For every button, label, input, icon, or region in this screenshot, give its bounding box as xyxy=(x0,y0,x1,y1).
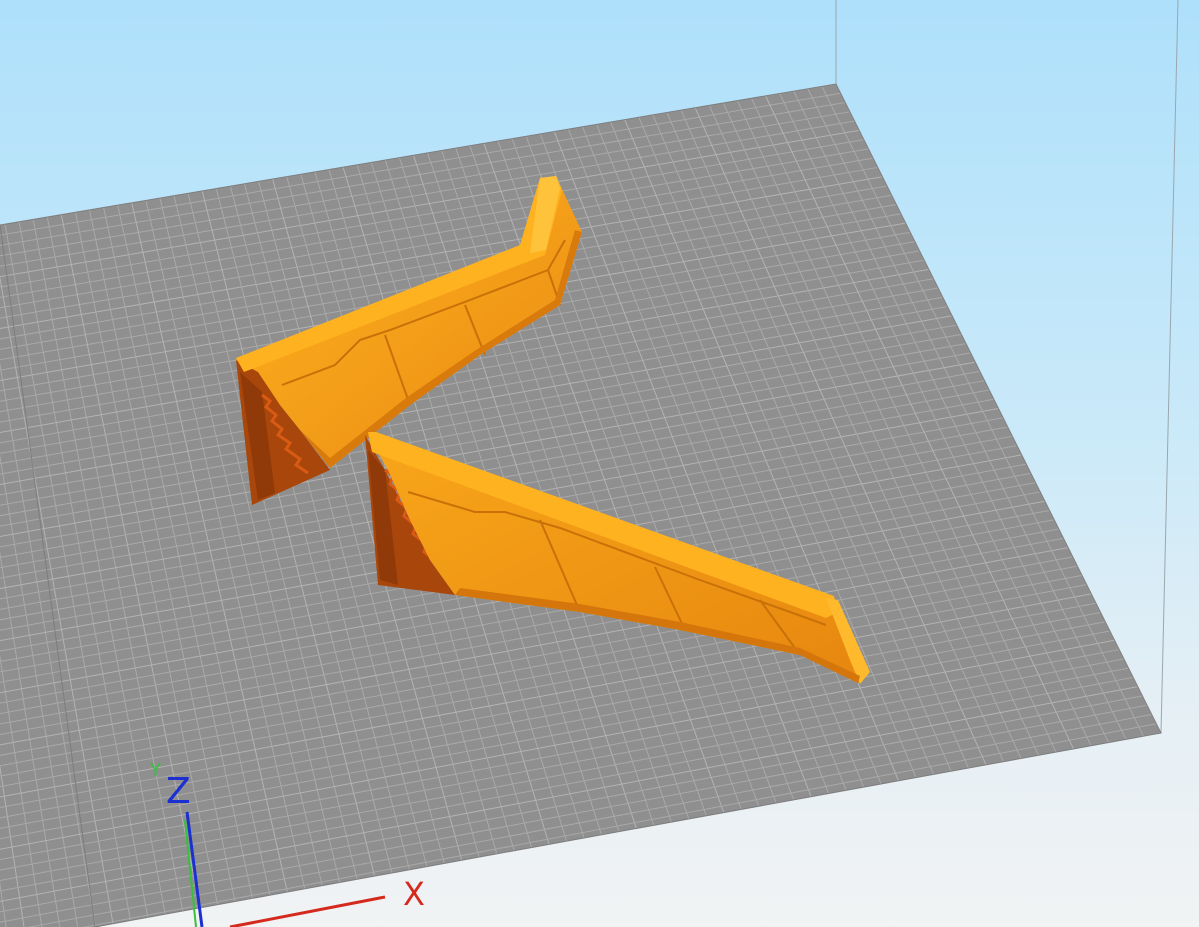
x-axis-label: X xyxy=(403,875,425,913)
x-axis-line xyxy=(229,895,386,927)
3d-viewport[interactable]: Y Z X xyxy=(0,0,1199,927)
y-axis-label: Y xyxy=(149,760,162,781)
z-axis-label: Z xyxy=(166,771,191,812)
